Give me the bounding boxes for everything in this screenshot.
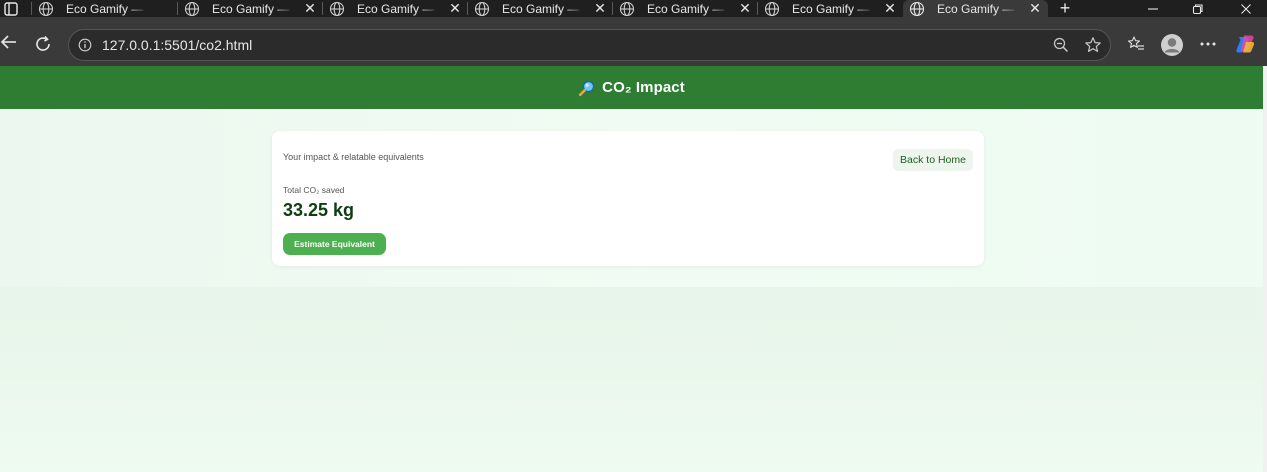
new-tab-button[interactable]: + (1052, 0, 1078, 17)
refresh-icon[interactable] (34, 35, 52, 53)
globe-icon (764, 1, 780, 16)
tab-title: Eco Gamify — V (647, 1, 729, 16)
tab-close-icon[interactable]: ✕ (738, 0, 752, 17)
browser-tab[interactable]: Eco Gamify — V ✕ (613, 0, 758, 17)
tab-title: Eco Gamify — C (937, 1, 1019, 16)
back-arrow-icon[interactable] (0, 33, 18, 51)
more-options-icon[interactable] (1198, 35, 1218, 53)
browser-toolbar: 127.0.0.1:5501/co2.html (0, 17, 1267, 66)
site-info-icon[interactable] (78, 38, 92, 52)
magnifier-icon (579, 80, 595, 96)
browser-tab[interactable]: Eco Gamify — E (32, 0, 177, 17)
back-to-home-button[interactable]: Back to Home (893, 149, 973, 171)
page-title: CO₂ Impact (602, 79, 685, 96)
favorite-star-icon[interactable] (1084, 36, 1102, 54)
page-viewport: CO₂ Impact Your impact & relatable equiv… (0, 66, 1263, 472)
total-co2-value: 33.25 kg (283, 200, 355, 220)
browser-tab[interactable]: Eco Gamify — V ✕ (468, 0, 613, 17)
copilot-icon[interactable] (1234, 33, 1256, 55)
globe-icon (909, 1, 925, 16)
tab-close-icon[interactable]: ✕ (593, 0, 607, 17)
address-bar[interactable]: 127.0.0.1:5501/co2.html (68, 29, 1111, 61)
globe-icon (329, 1, 345, 16)
estimate-equivalent-button[interactable]: Estimate Equivalent (283, 233, 386, 255)
tab-close-icon[interactable]: ✕ (303, 0, 317, 17)
tab-title: Eco Gamify — V (212, 1, 294, 16)
restore-icon[interactable] (1185, 0, 1211, 17)
impact-card: Your impact & relatable equivalents Back… (272, 131, 984, 266)
url-text: 127.0.0.1:5501/co2.html (102, 37, 253, 53)
tab-close-icon[interactable]: ✕ (1028, 0, 1042, 17)
browser-tab[interactable]: Eco Gamify — V ✕ (323, 0, 468, 17)
tab-close-icon[interactable]: ✕ (448, 0, 462, 17)
globe-icon (38, 1, 54, 16)
tab-actions-icon[interactable] (0, 0, 22, 17)
browser-tab[interactable]: Eco Gamify — V ✕ (178, 0, 323, 17)
tab-title: Eco Gamify — V (357, 1, 439, 16)
tab-title: Eco Gamify — E (66, 1, 148, 16)
card-subtitle: Your impact & relatable equivalents (283, 152, 424, 162)
tab-close-icon[interactable]: ✕ (883, 0, 897, 17)
browser-tab[interactable]: Eco Gamify — V ✕ (758, 0, 903, 17)
favorites-list-icon[interactable] (1127, 35, 1145, 53)
tab-strip: Eco Gamify — E Eco Gamify — V ✕ Eco Gami… (0, 0, 1267, 17)
zoom-icon[interactable] (1052, 36, 1070, 54)
window-close-icon[interactable] (1233, 0, 1259, 17)
globe-icon (184, 1, 200, 16)
globe-icon (619, 1, 635, 16)
tab-title: Eco Gamify — V (792, 1, 874, 16)
scrollbar[interactable] (1263, 66, 1267, 472)
profile-avatar-icon[interactable] (1160, 33, 1184, 57)
tab-title: Eco Gamify — V (502, 1, 584, 16)
browser-tab-active[interactable]: Eco Gamify — C ✕ (903, 0, 1048, 17)
minimize-icon[interactable] (1140, 0, 1166, 17)
total-co2-label: Total CO₂ saved (283, 185, 345, 195)
app-header: CO₂ Impact (0, 66, 1263, 109)
globe-icon (474, 1, 490, 16)
